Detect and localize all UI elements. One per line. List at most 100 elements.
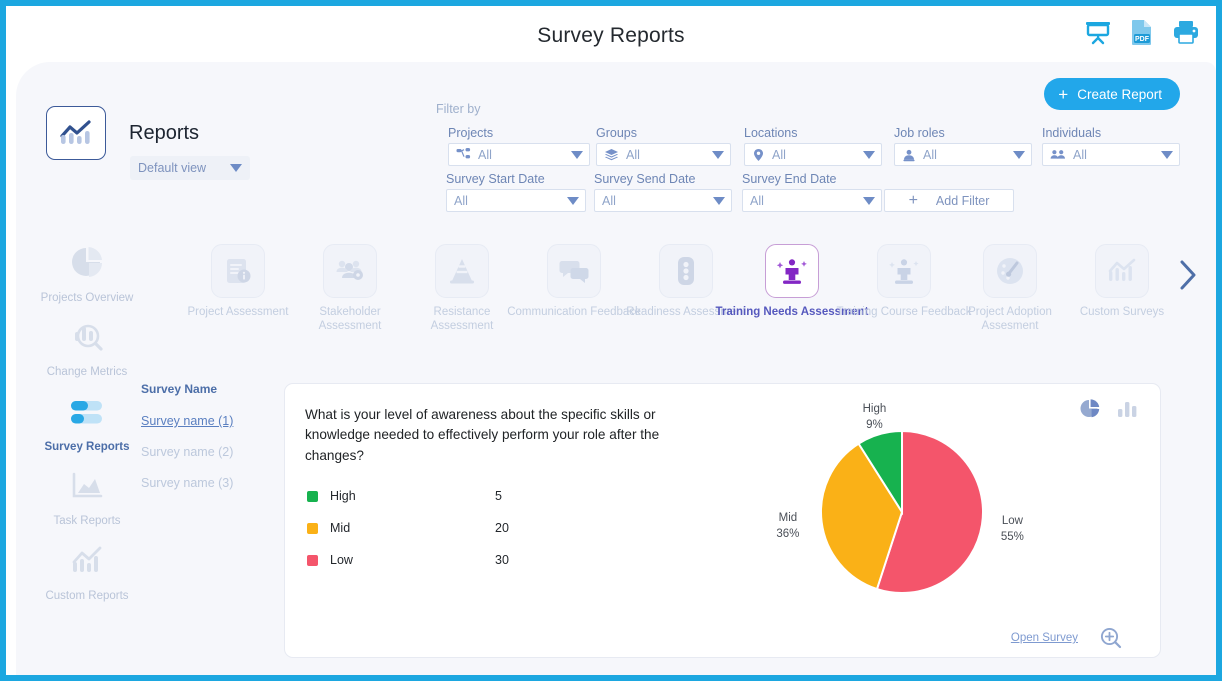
legend-value-high: 5 bbox=[495, 489, 502, 503]
survey-list-item-1[interactable]: Survey name (1) bbox=[141, 414, 281, 428]
gauge-icon bbox=[983, 244, 1037, 298]
survey-type-label: Stakeholder Assessment bbox=[294, 306, 406, 334]
survey-type-project-adoption-assesment[interactable]: Project Adoption Assesment bbox=[954, 244, 1066, 334]
pie-label-mid: Mid36% bbox=[758, 511, 818, 542]
print-icon[interactable] bbox=[1172, 19, 1200, 45]
chart-report-icon bbox=[46, 106, 106, 160]
default-view-label: Default view bbox=[138, 161, 206, 175]
filter-locations-label: Locations bbox=[744, 126, 882, 140]
header-icon-group: PDF bbox=[1084, 18, 1200, 46]
line-bar-chart-icon bbox=[1095, 244, 1149, 298]
page-title: Survey Reports bbox=[6, 24, 1216, 48]
layers-icon bbox=[604, 148, 619, 161]
filter-by-label: Filter by bbox=[436, 102, 480, 116]
filter-groups: Groups All bbox=[596, 126, 731, 166]
survey-question: What is your level of awareness about th… bbox=[305, 405, 705, 466]
filter-locations-select[interactable]: All bbox=[744, 143, 882, 166]
reports-title: Reports bbox=[129, 122, 199, 145]
chevron-down-icon bbox=[863, 151, 875, 159]
line-bar-chart-icon bbox=[67, 542, 107, 585]
document-info-icon bbox=[211, 244, 265, 298]
filter-survey-end-date-select[interactable]: All bbox=[742, 189, 882, 212]
legend-row: Mid 20 bbox=[307, 512, 567, 544]
progress-bars-icon bbox=[65, 393, 109, 436]
legend-value-mid: 20 bbox=[495, 521, 509, 535]
survey-result-card: What is your level of awareness about th… bbox=[284, 383, 1161, 658]
survey-list-item-2[interactable]: Survey name (2) bbox=[141, 445, 281, 459]
survey-name-heading: Survey Name bbox=[141, 382, 281, 396]
chevron-down-icon bbox=[230, 164, 242, 172]
survey-type-label: Project Assessment bbox=[188, 306, 289, 320]
survey-type-label: Project Adoption Assesment bbox=[954, 306, 1066, 334]
pie-label-high: High9% bbox=[844, 402, 904, 433]
filter-individuals-value: All bbox=[1073, 148, 1087, 162]
traffic-light-icon bbox=[659, 244, 713, 298]
filter-survey-send-date-value: All bbox=[602, 194, 616, 208]
filter-groups-value: All bbox=[626, 148, 640, 162]
sidebar-item-custom-reports[interactable]: Custom Reports bbox=[32, 542, 142, 603]
magnifier-plus-icon[interactable] bbox=[1098, 625, 1124, 651]
plus-icon: + bbox=[909, 192, 918, 210]
sidebar-item-label: Custom Reports bbox=[45, 589, 128, 603]
survey-type-custom-surveys[interactable]: Custom Surveys bbox=[1066, 244, 1178, 320]
badge-person-icon bbox=[902, 148, 916, 162]
people-icon bbox=[1050, 149, 1066, 161]
survey-type-label: Resistance Assessment bbox=[406, 306, 518, 334]
pie-chart-icon bbox=[67, 244, 107, 287]
person-sparkle-icon bbox=[765, 244, 819, 298]
pie-chart: High9% Mid36% Low55% bbox=[765, 394, 1155, 649]
chevron-down-icon bbox=[713, 197, 725, 205]
legend-label-low: Low bbox=[330, 553, 495, 567]
chart-legend: High 5 Mid 20 Low 30 bbox=[307, 480, 567, 576]
sitemap-icon bbox=[456, 148, 471, 161]
pdf-icon[interactable]: PDF bbox=[1130, 18, 1154, 46]
filter-survey-start-date: Survey Start Date All bbox=[446, 172, 586, 212]
presentation-icon[interactable] bbox=[1084, 19, 1112, 45]
top-header: Survey Reports PDF bbox=[6, 6, 1216, 64]
person-platform-icon bbox=[877, 244, 931, 298]
legend-row: High 5 bbox=[307, 480, 567, 512]
app-frame: Survey Reports PDF bbox=[0, 0, 1222, 681]
pie-chart-svg bbox=[765, 394, 1155, 649]
sidebar-item-task-reports[interactable]: Task Reports bbox=[32, 467, 142, 528]
filter-projects-select[interactable]: All bbox=[448, 143, 590, 166]
sidebar-item-label: Projects Overview bbox=[41, 291, 134, 305]
legend-swatch-mid bbox=[307, 523, 318, 534]
chevron-down-icon bbox=[567, 197, 579, 205]
sidebar-item-survey-reports[interactable]: Survey Reports bbox=[32, 393, 142, 454]
legend-row: Low 30 bbox=[307, 544, 567, 576]
cone-icon bbox=[435, 244, 489, 298]
chevron-down-icon bbox=[712, 151, 724, 159]
sidebar-item-change-metrics[interactable]: Change Metrics bbox=[32, 318, 142, 379]
survey-type-communication-feedback[interactable]: Communication Feedback bbox=[518, 244, 630, 320]
survey-type-label: Communication Feedback bbox=[507, 306, 641, 320]
filter-job-roles-value: All bbox=[923, 148, 937, 162]
survey-list-item-3[interactable]: Survey name (3) bbox=[141, 476, 281, 490]
survey-type-stakeholder-assessment[interactable]: Stakeholder Assessment bbox=[294, 244, 406, 334]
survey-type-training-course-feedback[interactable]: Training Course Feedback bbox=[848, 244, 960, 320]
create-report-button[interactable]: + Create Report bbox=[1044, 78, 1180, 110]
speech-bubbles-icon bbox=[547, 244, 601, 298]
filter-individuals-select[interactable]: All bbox=[1042, 143, 1180, 166]
legend-value-low: 30 bbox=[495, 553, 509, 567]
default-view-selector[interactable]: Default view bbox=[130, 156, 250, 180]
filter-job-roles-select[interactable]: All bbox=[894, 143, 1032, 166]
legend-swatch-low bbox=[307, 555, 318, 566]
filter-groups-select[interactable]: All bbox=[596, 143, 731, 166]
survey-type-project-assessment[interactable]: Project Assessment bbox=[182, 244, 294, 320]
filter-job-roles: Job roles All bbox=[894, 126, 1032, 166]
legend-label-high: High bbox=[330, 489, 495, 503]
survey-type-training-needs-assessment[interactable]: Training Needs Assessment bbox=[736, 244, 848, 320]
plus-icon: + bbox=[1058, 86, 1068, 103]
open-survey-link[interactable]: Open Survey bbox=[1011, 632, 1078, 644]
survey-type-resistance-assessment[interactable]: Resistance Assessment bbox=[406, 244, 518, 334]
left-sidebar: Projects Overview Change Metrics bbox=[32, 244, 142, 616]
create-report-label: Create Report bbox=[1077, 87, 1162, 102]
chevron-down-icon bbox=[863, 197, 875, 205]
sidebar-item-projects-overview[interactable]: Projects Overview bbox=[32, 244, 142, 305]
filter-survey-send-date-select[interactable]: All bbox=[594, 189, 732, 212]
filter-survey-start-date-select[interactable]: All bbox=[446, 189, 586, 212]
chevron-right-icon[interactable] bbox=[1176, 258, 1200, 292]
add-filter-button[interactable]: + Add Filter bbox=[884, 189, 1014, 212]
add-filter-label: Add Filter bbox=[936, 194, 990, 208]
